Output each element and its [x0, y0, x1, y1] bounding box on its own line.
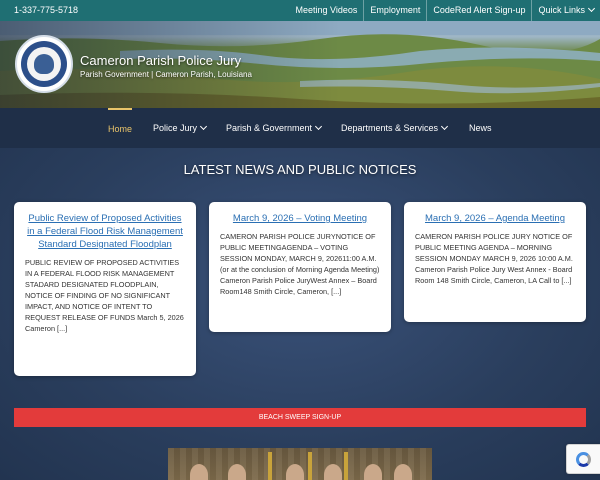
phone-number[interactable]: 1-337-775-5718: [14, 5, 78, 15]
beach-sweep-signup-button[interactable]: BEACH SWEEP SIGN-UP: [14, 408, 586, 427]
site-subtitle: Parish Government | Cameron Parish, Loui…: [80, 70, 252, 79]
police-jury-group-photo: [168, 448, 432, 480]
top-bar: 1-337-775-5718 Meeting Videos Employment…: [0, 0, 600, 21]
site-title[interactable]: Cameron Parish Police Jury: [80, 53, 241, 68]
parish-seal-icon[interactable]: [15, 35, 73, 93]
person-figure: [228, 464, 246, 480]
nav-label-police-jury: Police Jury: [153, 123, 198, 133]
person-figure: [286, 464, 304, 480]
news-card: Public Review of Proposed Activities in …: [14, 202, 196, 376]
nav-item-parish-government[interactable]: Parish & Government: [226, 108, 323, 148]
chevron-down-icon: [441, 122, 449, 131]
person-figure: [190, 464, 208, 480]
nav-label-home: Home: [108, 124, 133, 134]
news-card-title-link[interactable]: Public Review of Proposed Activities in …: [25, 212, 185, 251]
chevron-down-icon: [315, 122, 323, 131]
news-card-excerpt: CAMERON PARISH POLICE JURYNOTICE OF PUBL…: [220, 232, 380, 296]
recaptcha-badge[interactable]: [566, 444, 600, 474]
nav-item-departments-services[interactable]: Departments & Services: [341, 108, 449, 148]
recaptcha-icon: [576, 452, 591, 467]
nav-label-parish-government: Parish & Government: [226, 123, 313, 133]
news-card: March 9, 2026 – Voting Meeting CAMERON P…: [209, 202, 391, 332]
chevron-down-icon: [587, 4, 596, 13]
quick-links-label: Quick Links: [538, 5, 585, 15]
section-title: LATEST NEWS AND PUBLIC NOTICES: [183, 162, 417, 177]
flag-pole: [268, 452, 272, 480]
news-card-excerpt: PUBLIC REVIEW OF PROPOSED ACTIVITIES IN …: [25, 258, 184, 333]
news-card-title-link[interactable]: March 9, 2026 – Voting Meeting: [220, 212, 380, 225]
pelican-icon: [34, 54, 54, 74]
chevron-down-icon: [199, 122, 208, 131]
news-section: LATEST NEWS AND PUBLIC NOTICES Public Re…: [0, 148, 600, 480]
main-nav: Home Police Jury Parish & Government Dep…: [0, 108, 600, 148]
flag-pole: [308, 452, 312, 480]
employment-link[interactable]: Employment: [363, 0, 426, 21]
news-card-title-link[interactable]: March 9, 2026 – Agenda Meeting: [415, 212, 575, 225]
flag-pole: [344, 452, 348, 480]
news-card-excerpt: CAMERON PARISH POLICE JURY NOTICE OF PUB…: [415, 232, 573, 285]
nav-item-news[interactable]: News: [469, 108, 492, 148]
news-card: March 9, 2026 – Agenda Meeting CAMERON P…: [404, 202, 586, 322]
codered-signup-link[interactable]: CodeRed Alert Sign-up: [426, 0, 531, 21]
person-figure: [394, 464, 412, 480]
nav-label-departments-services: Departments & Services: [341, 123, 439, 133]
site-header: Cameron Parish Police Jury Parish Govern…: [0, 21, 600, 108]
nav-item-police-jury[interactable]: Police Jury: [153, 108, 208, 148]
meeting-videos-link[interactable]: Meeting Videos: [290, 0, 364, 21]
quick-links-menu[interactable]: Quick Links: [531, 0, 600, 21]
person-figure: [324, 464, 342, 480]
nav-item-home[interactable]: Home: [108, 108, 133, 148]
top-links: Meeting Videos Employment CodeRed Alert …: [290, 0, 600, 21]
nav-label-news: News: [469, 123, 492, 133]
person-figure: [364, 464, 382, 480]
